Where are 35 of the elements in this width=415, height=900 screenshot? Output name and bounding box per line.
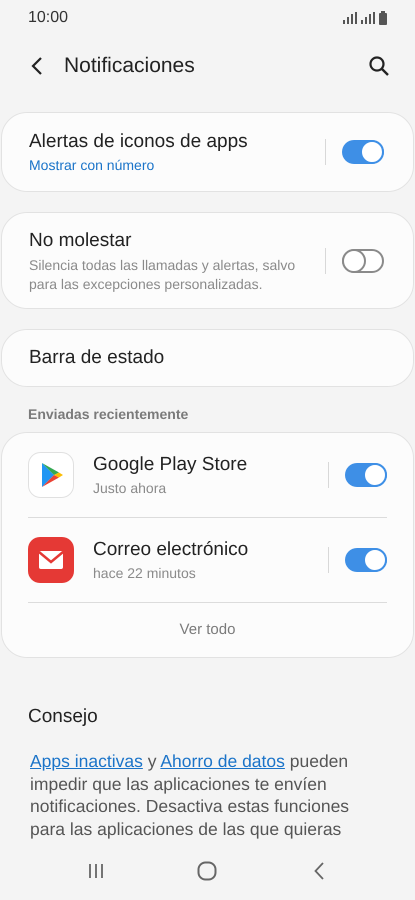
setting-title: No molestar	[29, 228, 132, 252]
page-title: Notificaciones	[64, 53, 196, 80]
toggle-switch[interactable]	[345, 463, 387, 487]
setting-title: Alertas de iconos de apps	[29, 130, 249, 154]
signal-icon	[343, 12, 357, 24]
envelope-icon	[28, 537, 74, 583]
tip-heading: Consejo	[28, 705, 99, 729]
section-heading: Enviadas recientemente	[28, 405, 190, 424]
setting-value: Mostrar con número	[29, 156, 156, 175]
battery-icon	[379, 11, 387, 25]
signal-icon	[361, 12, 375, 24]
app-name: Google Play Store	[93, 453, 248, 477]
text-link[interactable]: Ahorro de datos	[160, 751, 285, 771]
settings-card[interactable]: Barra de estado	[1, 329, 414, 387]
back-icon	[314, 862, 324, 880]
app-time: Justo ahora	[93, 479, 168, 498]
tip-text: Apps inactivas y Ahorro de datos pueden impedir que las aplicaciones te envíen notificaciones. Desactiva estas funciones para las aplicaciones de las que quieras	[30, 750, 350, 841]
text-link[interactable]: Apps inactivas	[30, 751, 143, 771]
search-icon	[369, 56, 389, 76]
toggle-switch[interactable]	[342, 140, 384, 164]
app-name: Correo electrónico	[93, 538, 250, 562]
play-store-icon	[28, 452, 74, 498]
toggle-switch[interactable]	[345, 548, 387, 572]
app-time: hace 22 minutos	[93, 564, 197, 583]
toggle-switch[interactable]	[342, 248, 384, 272]
setting-title: Barra de estado	[29, 346, 166, 370]
back-icon	[31, 56, 43, 76]
settings-card[interactable]: No molestar Silencia todas las llamadas y alertas, salvo para las excepciones personalizadas.	[1, 212, 414, 309]
clock-time: 10:00	[28, 8, 68, 28]
settings-card[interactable]: Alertas de iconos de apps Mostrar con número	[1, 112, 414, 192]
setting-description: Silencia todas las llamadas y alertas, salvo para las excepciones personalizadas.	[29, 256, 296, 294]
search-button[interactable]	[367, 54, 391, 78]
home-icon	[197, 861, 218, 881]
recents-icon	[88, 863, 104, 879]
see-all-link[interactable]: Ver todo	[180, 618, 236, 642]
